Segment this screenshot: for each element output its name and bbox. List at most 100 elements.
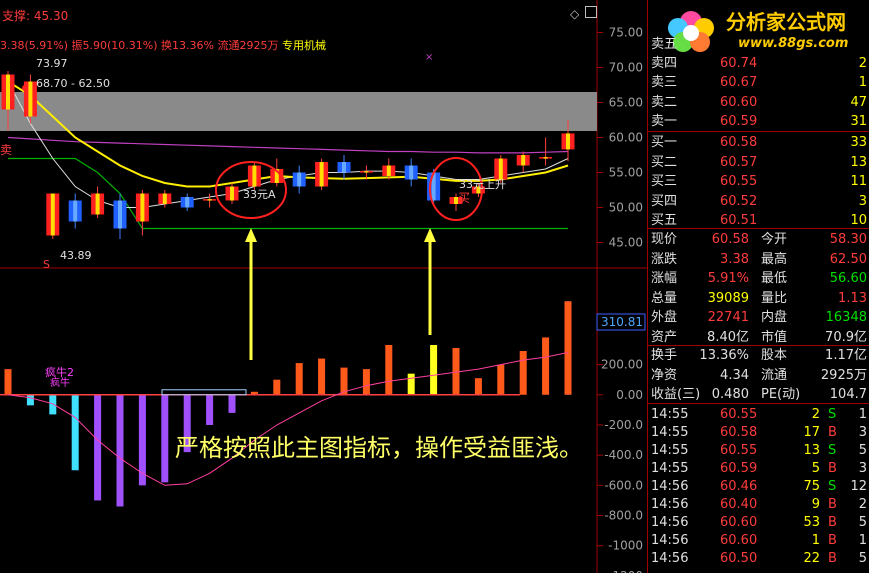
sell-row: 卖二 60.60 47 (648, 93, 869, 113)
histogram-bar (206, 394, 214, 425)
buy-volume: 11 (850, 174, 867, 189)
divider (648, 403, 869, 404)
candle-core (6, 74, 10, 110)
tick-count: 2 (858, 497, 867, 512)
tick-time: 14:55 (651, 461, 689, 476)
candle-core (118, 200, 122, 229)
quote-row: 净资 4.34 流通 2925万 (648, 366, 869, 386)
cross-marker: × (425, 52, 433, 63)
buy-label: 买三 (651, 174, 678, 189)
tick-count: 3 (858, 425, 867, 440)
sub-tick-label: 200.00 (601, 358, 643, 372)
buy-volume: 3 (858, 193, 867, 209)
divider (648, 228, 869, 229)
sub-tick-label: -200.0 (604, 418, 643, 432)
quote-row: 收益(三) 0.480 PE(动) 104.7 (648, 385, 869, 405)
main-tick-label: 60.00 (609, 131, 643, 145)
star-buy-label: 买 (458, 191, 471, 205)
tick-time: 14:56 (651, 515, 689, 530)
quote-row: 涨跌 3.38 最高 62.50 (648, 250, 869, 270)
diamond-icon[interactable]: ◇ (570, 7, 579, 21)
quote-label: 涨幅 (651, 271, 678, 286)
sell-price: 60.59 (720, 114, 758, 129)
candle-core (566, 133, 570, 150)
tick-direction: B (828, 497, 837, 512)
tick-volume: 22 (803, 551, 820, 566)
quote-value: 0.480 (711, 387, 749, 402)
candle-core (386, 165, 391, 176)
candle-core (409, 165, 414, 180)
tick-price: 60.55 (720, 443, 758, 458)
up-arrow-head (245, 228, 257, 242)
sub-tick-label: -1200 (608, 569, 643, 573)
tick-price: 60.55 (720, 407, 758, 422)
histogram-bar (94, 394, 102, 501)
quote-value: 56.60 (829, 271, 867, 286)
histogram-bar (318, 358, 326, 395)
histogram-bar (71, 394, 79, 471)
quote-label: 量比 (761, 290, 788, 306)
main-tick-label: 45.00 (609, 236, 643, 250)
buy-volume: 13 (850, 154, 867, 170)
tick-price: 60.58 (720, 425, 758, 440)
sub-signal-line (7, 352, 569, 486)
tick-direction: B (828, 425, 837, 440)
quote-label: 净资 (651, 367, 678, 383)
maximize-icon[interactable] (585, 6, 597, 18)
quote-row: 现价 60.58 今开 58.30 (648, 230, 869, 250)
tick-row: 14:55 60.55 13 S 5 (648, 441, 869, 461)
candle-core (73, 200, 78, 222)
tick-row: 14:55 60.55 2 S 1 (648, 405, 869, 425)
range-label: 68.70 - 62.50 (36, 77, 110, 90)
buy-row: 买二 60.57 13 (648, 153, 869, 173)
histogram-bar (362, 369, 370, 395)
quote-label: 最低 (761, 271, 788, 286)
sell-volume: 2 (858, 55, 867, 71)
candle-core (207, 199, 212, 201)
quote-value: 4.34 (720, 367, 749, 383)
quote-row: 外盘 22741 内盘 16348 (648, 308, 869, 328)
sell-volume: 47 (850, 94, 867, 110)
histogram-bar (161, 394, 169, 483)
sub-tick-label: -400.0 (604, 448, 643, 462)
chart-area[interactable]: × 75.00 70.00 65.00 60.00 55.00 50.00 45.00 20… (0, 0, 647, 573)
high-price-label: 73.97 (36, 57, 68, 70)
main-tick-label: 50.00 (609, 201, 643, 215)
info-sector: 专用机械 (281, 39, 326, 52)
tick-volume: 2 (811, 407, 820, 422)
quote-value: 2925万 (820, 367, 867, 383)
candle-core (162, 193, 167, 204)
sell-label: 卖一 (651, 114, 678, 129)
histogram-bar (542, 337, 550, 395)
tick-count: 1 (858, 407, 867, 422)
tick-time: 14:56 (651, 479, 689, 494)
histogram-bar (228, 394, 236, 413)
candle-core (364, 171, 369, 173)
quote-value: 58.30 (829, 232, 867, 247)
fengniu-label-2: 疯牛 (50, 378, 70, 389)
candle-core (252, 165, 257, 187)
candle-core (521, 155, 526, 166)
sub-tick-label: -800.0 (604, 509, 643, 523)
quote-value: 1.13 (838, 290, 867, 306)
tick-direction: B (828, 515, 837, 530)
sell-volume: 1 (858, 75, 867, 90)
sell-price: 60.74 (720, 55, 758, 71)
buy-price: 60.55 (720, 174, 758, 189)
candle-core (543, 157, 548, 159)
sub-tick-label: -1000 (608, 539, 643, 553)
tick-direction: S (828, 479, 837, 494)
tick-direction: S (828, 443, 837, 458)
histogram-bar (295, 363, 303, 395)
quote-label: 流通 (761, 367, 788, 383)
sell-label: 卖二 (651, 94, 678, 110)
tick-count: 5 (858, 515, 867, 530)
tick-time: 14:55 (651, 425, 689, 440)
main-tick-label: 55.00 (609, 166, 643, 180)
histogram-bar (4, 369, 12, 395)
quote-value: 39089 (707, 290, 749, 306)
quote-label: 内盘 (761, 310, 788, 325)
tick-direction: S (828, 407, 837, 422)
tick-price: 60.60 (720, 515, 758, 530)
tick-row: 14:56 60.60 1 B 1 (648, 531, 869, 551)
